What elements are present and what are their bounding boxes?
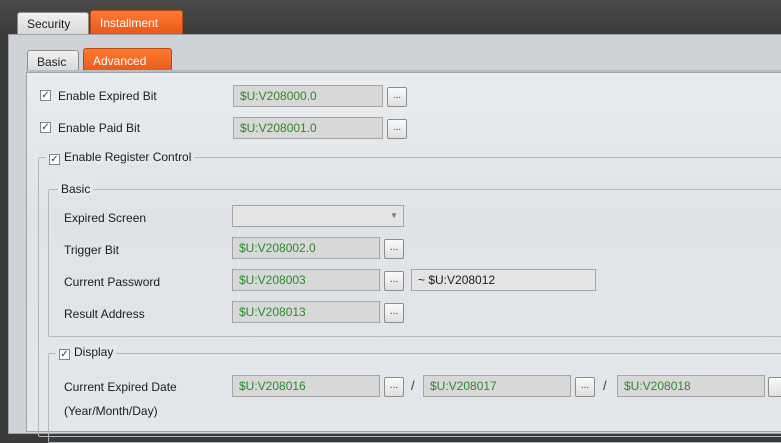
expired-day-browse-button[interactable] [768,377,781,397]
result-address-browse-button[interactable]: ... [384,303,404,323]
expired-bit-label: Enable Expired Bit [58,89,157,103]
date-separator: / [603,378,607,393]
expired-screen-dropdown[interactable]: ▼ [232,205,404,227]
paid-bit-address-field[interactable]: $U:V208001.0 [233,117,383,139]
display-legend: ✓ Display [56,345,117,360]
basic-group [48,189,781,337]
expired-year-address-field[interactable]: $U:V208016 [232,375,380,397]
tab-basic[interactable]: Basic [27,50,79,72]
display-label: Display [74,345,114,359]
result-address-field[interactable]: $U:V208013 [232,301,380,323]
register-control-checkbox[interactable]: ✓ [49,154,60,165]
paid-bit-checkbox[interactable]: ✓ [40,122,51,133]
current-expired-date-label: Current Expired Date [64,380,177,394]
tab-installment[interactable]: Installment [90,10,183,34]
expired-screen-label: Expired Screen [64,211,147,225]
register-control-label: Enable Register Control [64,150,192,164]
current-password-browse-button[interactable]: ... [384,271,404,291]
expired-year-browse-button[interactable]: ... [384,377,404,397]
basic-group-legend: Basic [58,182,94,196]
paid-bit-label: Enable Paid Bit [58,121,141,135]
result-address-label: Result Address [64,307,145,321]
chevron-down-icon[interactable]: ▼ [385,206,403,226]
current-expired-date-sublabel: (Year/Month/Day) [64,404,158,418]
expired-month-address-field[interactable]: $U:V208017 [423,375,571,397]
tab-security[interactable]: Security [17,12,89,34]
expired-bit-address-field[interactable]: $U:V208000.0 [233,85,383,107]
trigger-bit-label: Trigger Bit [64,243,119,257]
trigger-bit-browse-button[interactable]: ... [384,239,404,259]
current-password-address-field[interactable]: $U:V208003 [232,269,380,291]
paid-bit-browse-button[interactable]: ... [387,119,407,139]
expired-bit-browse-button[interactable]: ... [387,87,407,107]
date-separator: / [411,378,415,393]
current-password-range-end: ~ $U:V208012 [411,269,596,291]
expired-bit-checkbox[interactable]: ✓ [40,90,51,101]
expired-month-browse-button[interactable]: ... [575,377,595,397]
display-group [48,353,781,443]
expired-day-address-field[interactable]: $U:V208018 [617,375,765,397]
register-control-legend: ✓ Enable Register Control [46,150,195,165]
current-password-label: Current Password [64,275,161,289]
tab-advanced[interactable]: Advanced [83,48,172,72]
display-checkbox[interactable]: ✓ [59,349,70,360]
trigger-bit-address-field[interactable]: $U:V208002.0 [232,237,380,259]
